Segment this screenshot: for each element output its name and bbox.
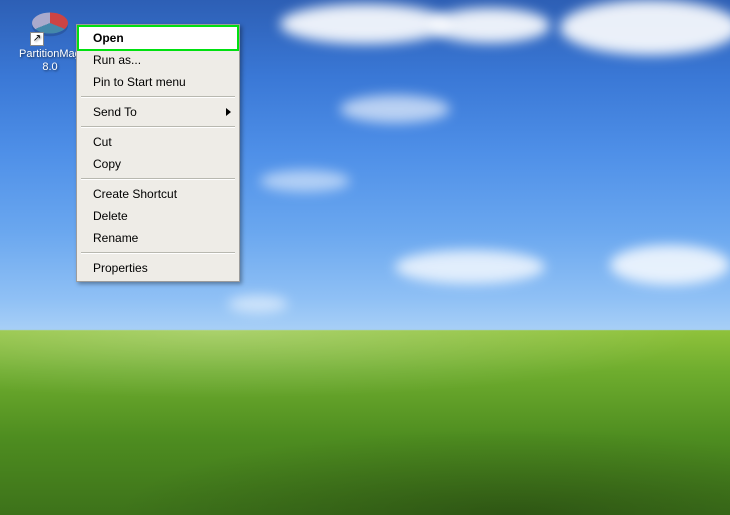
menu-item-properties[interactable]: Properties	[79, 257, 237, 279]
menu-item-label: Pin to Start menu	[93, 75, 186, 89]
menu-item-label: Properties	[93, 261, 148, 275]
menu-item-label: Rename	[93, 231, 138, 245]
cloud-decoration	[395, 250, 545, 284]
desktop-shortcut-partitionmagic[interactable]: ↗ PartitionMagic 8.0	[18, 6, 82, 74]
desktop-shortcut-label: PartitionMagic 8.0	[18, 48, 82, 74]
menu-item-label: Send To	[93, 105, 137, 119]
menu-separator	[81, 252, 235, 254]
menu-item-label: Run as...	[93, 53, 141, 67]
menu-item-open[interactable]: Open	[79, 27, 237, 49]
pie-chart-icon: ↗	[30, 6, 70, 46]
chevron-right-icon	[226, 108, 231, 116]
menu-item-run-as[interactable]: Run as...	[79, 49, 237, 71]
menu-item-send-to[interactable]: Send To	[79, 101, 237, 123]
menu-item-label: Copy	[93, 157, 121, 171]
menu-item-cut[interactable]: Cut	[79, 131, 237, 153]
cloud-decoration	[610, 245, 730, 285]
menu-separator	[81, 178, 235, 180]
cloud-decoration	[260, 170, 350, 192]
shortcut-overlay-icon: ↗	[30, 32, 44, 46]
context-menu: Open Run as... Pin to Start menu Send To…	[76, 24, 240, 282]
cloud-decoration	[340, 95, 450, 123]
cloud-decoration	[560, 0, 730, 55]
cloud-decoration	[228, 295, 288, 313]
menu-item-create-shortcut[interactable]: Create Shortcut	[79, 183, 237, 205]
hill-shadow-decoration	[0, 330, 730, 515]
menu-item-rename[interactable]: Rename	[79, 227, 237, 249]
desktop-background[interactable]: ↗ PartitionMagic 8.0 Open Run as... Pin …	[0, 0, 730, 515]
menu-separator	[81, 126, 235, 128]
cloud-decoration	[430, 8, 550, 43]
menu-item-copy[interactable]: Copy	[79, 153, 237, 175]
menu-item-pin-to-start[interactable]: Pin to Start menu	[79, 71, 237, 93]
menu-item-delete[interactable]: Delete	[79, 205, 237, 227]
menu-item-label: Cut	[93, 135, 112, 149]
menu-item-label: Create Shortcut	[93, 187, 177, 201]
menu-item-label: Open	[93, 31, 124, 45]
cloud-decoration	[280, 4, 450, 44]
menu-separator	[81, 96, 235, 98]
menu-item-label: Delete	[93, 209, 128, 223]
